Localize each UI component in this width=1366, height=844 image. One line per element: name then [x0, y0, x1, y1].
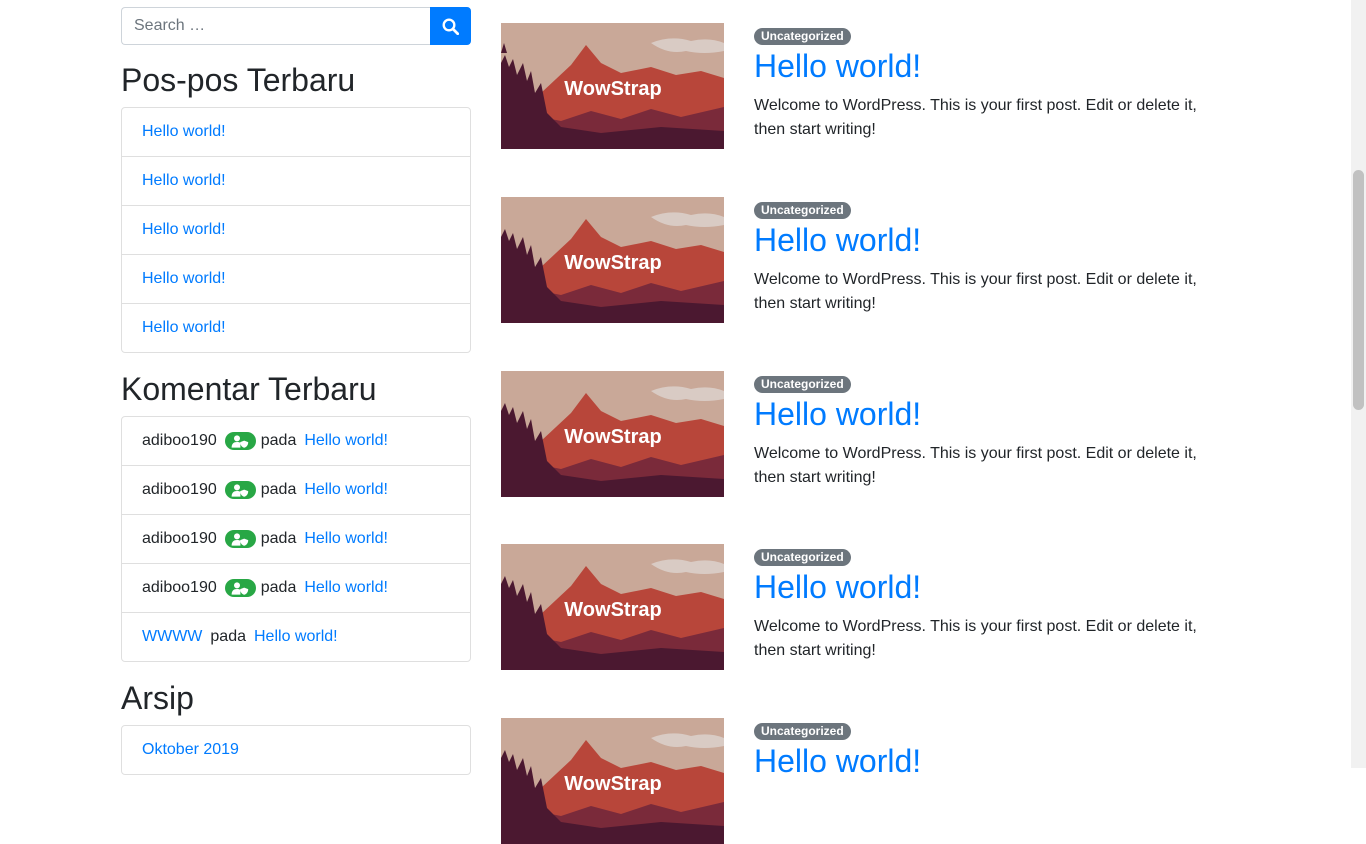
post-title-link[interactable]: Hello world! [754, 221, 1214, 259]
list-item: adiboo190 pada Hello world! [122, 515, 470, 564]
list-item: adiboo190 pada Hello world! [122, 564, 470, 613]
comment-post-link[interactable]: Hello world! [304, 579, 388, 597]
wowstrap-logo-text: WowStrap [564, 78, 661, 100]
post-card: WowStrap Uncategorized Hello world! Welc… [501, 371, 1221, 497]
comment-on-label: pada [210, 628, 246, 645]
category-badge[interactable]: Uncategorized [754, 28, 851, 45]
recent-comments-title: Komentar Terbaru [121, 371, 377, 407]
post-body: Uncategorized Hello world! [754, 722, 1214, 780]
category-badge[interactable]: Uncategorized [754, 549, 851, 566]
post-body: Uncategorized Hello world! Welcome to Wo… [754, 375, 1214, 490]
list-item: Hello world! [122, 108, 470, 157]
post-thumbnail[interactable]: WowStrap [501, 197, 724, 323]
list-item: Hello world! [122, 255, 470, 304]
category-badge[interactable]: Uncategorized [754, 376, 851, 393]
category-badge[interactable]: Uncategorized [754, 723, 851, 740]
comment-author: adiboo190 [142, 481, 217, 498]
comment-on-label: pada [260, 530, 297, 547]
comment-author: adiboo190 [142, 432, 217, 449]
user-shield-icon [231, 483, 249, 497]
comment-post-link[interactable]: Hello world! [254, 628, 338, 646]
list-item: Hello world! [122, 304, 470, 352]
wowstrap-thumbnail-image: WowStrap [501, 718, 724, 844]
user-shield-icon [231, 434, 249, 448]
comment-post-link[interactable]: Hello world! [304, 481, 388, 499]
svg-text:WowStrap: WowStrap [564, 78, 661, 100]
svg-text:WowStrap: WowStrap [564, 252, 661, 274]
archive-link[interactable]: Oktober 2019 [142, 741, 239, 759]
author-badge [224, 432, 256, 450]
author-badge [224, 530, 256, 548]
wowstrap-logo-text: WowStrap [564, 599, 661, 621]
category-badge[interactable]: Uncategorized [754, 202, 851, 219]
comment-author-link[interactable]: WWWW [142, 628, 202, 646]
wowstrap-thumbnail-image: WowStrap [501, 197, 724, 323]
post-card: WowStrap Uncategorized Hello world! Welc… [501, 23, 1221, 149]
post-thumbnail[interactable]: WowStrap [501, 23, 724, 149]
svg-text:WowStrap: WowStrap [564, 773, 661, 795]
list-item: adiboo190 pada Hello world! [122, 417, 470, 466]
post-card: WowStrap Uncategorized Hello world! Welc… [501, 544, 1221, 670]
recent-post-link[interactable]: Hello world! [142, 123, 226, 141]
author-badge [224, 579, 256, 597]
archives-widget: Arsip Oktober 2019 [121, 679, 471, 775]
svg-text:WowStrap: WowStrap [564, 599, 661, 621]
comment-on-label: pada [260, 481, 297, 498]
wowstrap-thumbnail-image: WowStrap [501, 23, 724, 149]
comment-on-label: pada [260, 432, 297, 449]
post-body: Uncategorized Hello world! Welcome to Wo… [754, 201, 1214, 316]
post-thumbnail[interactable]: WowStrap [501, 718, 724, 844]
post-body: Uncategorized Hello world! Welcome to Wo… [754, 27, 1214, 142]
post-card: WowStrap Uncategorized Hello world! Welc… [501, 197, 1221, 323]
search-form [121, 7, 471, 45]
user-shield-icon [231, 581, 249, 595]
post-excerpt: Welcome to WordPress. This is your first… [754, 271, 1197, 312]
recent-post-link[interactable]: Hello world! [142, 270, 226, 288]
post-excerpt: Welcome to WordPress. This is your first… [754, 618, 1197, 659]
post-title-link[interactable]: Hello world! [754, 568, 1214, 606]
comment-author: adiboo190 [142, 530, 217, 547]
recent-posts-title: Pos-pos Terbaru [121, 62, 356, 98]
recent-post-link[interactable]: Hello world! [142, 319, 226, 337]
recent-posts-widget: Pos-pos Terbaru Hello world! Hello world… [121, 61, 471, 353]
recent-post-link[interactable]: Hello world! [142, 172, 226, 190]
comment-post-link[interactable]: Hello world! [304, 432, 388, 450]
comment-on-label: pada [260, 579, 297, 596]
recent-comments-widget: Komentar Terbaru adiboo190 pada Hello wo… [121, 370, 471, 662]
post-body: Uncategorized Hello world! Welcome to Wo… [754, 548, 1214, 663]
post-title-link[interactable]: Hello world! [754, 395, 1214, 433]
list-item: WWWW pada Hello world! [122, 613, 470, 661]
comment-post-link[interactable]: Hello world! [304, 530, 388, 548]
post-thumbnail[interactable]: WowStrap [501, 544, 724, 670]
wowstrap-logo-text: WowStrap [564, 252, 661, 274]
recent-comments-list: adiboo190 pada Hello world! adiboo190 pa… [121, 416, 471, 662]
comment-author: adiboo190 [142, 579, 217, 596]
recent-post-link[interactable]: Hello world! [142, 221, 226, 239]
recent-posts-list: Hello world! Hello world! Hello world! H… [121, 107, 471, 353]
user-shield-icon [231, 532, 249, 546]
wowstrap-thumbnail-image: WowStrap [501, 544, 724, 670]
list-item: Hello world! [122, 157, 470, 206]
author-badge [224, 481, 256, 499]
search-icon [442, 18, 459, 35]
post-title-link[interactable]: Hello world! [754, 47, 1214, 85]
svg-text:WowStrap: WowStrap [564, 426, 661, 448]
scrollbar-thumb[interactable] [1353, 170, 1364, 410]
sidebar: Pos-pos Terbaru Hello world! Hello world… [121, 7, 471, 775]
wowstrap-logo-text: WowStrap [564, 773, 661, 795]
page-scrollbar[interactable] [1351, 0, 1366, 768]
post-excerpt: Welcome to WordPress. This is your first… [754, 97, 1197, 138]
list-item: Oktober 2019 [122, 726, 470, 774]
search-input[interactable] [121, 7, 430, 45]
post-excerpt: Welcome to WordPress. This is your first… [754, 445, 1197, 486]
wowstrap-logo-text: WowStrap [564, 426, 661, 448]
search-button[interactable] [430, 7, 471, 45]
list-item: Hello world! [122, 206, 470, 255]
post-thumbnail[interactable]: WowStrap [501, 371, 724, 497]
post-card: WowStrap Uncategorized Hello world! [501, 718, 1221, 844]
list-item: adiboo190 pada Hello world! [122, 466, 470, 515]
post-title-link[interactable]: Hello world! [754, 742, 1214, 780]
wowstrap-thumbnail-image: WowStrap [501, 371, 724, 497]
archives-title: Arsip [121, 680, 194, 716]
